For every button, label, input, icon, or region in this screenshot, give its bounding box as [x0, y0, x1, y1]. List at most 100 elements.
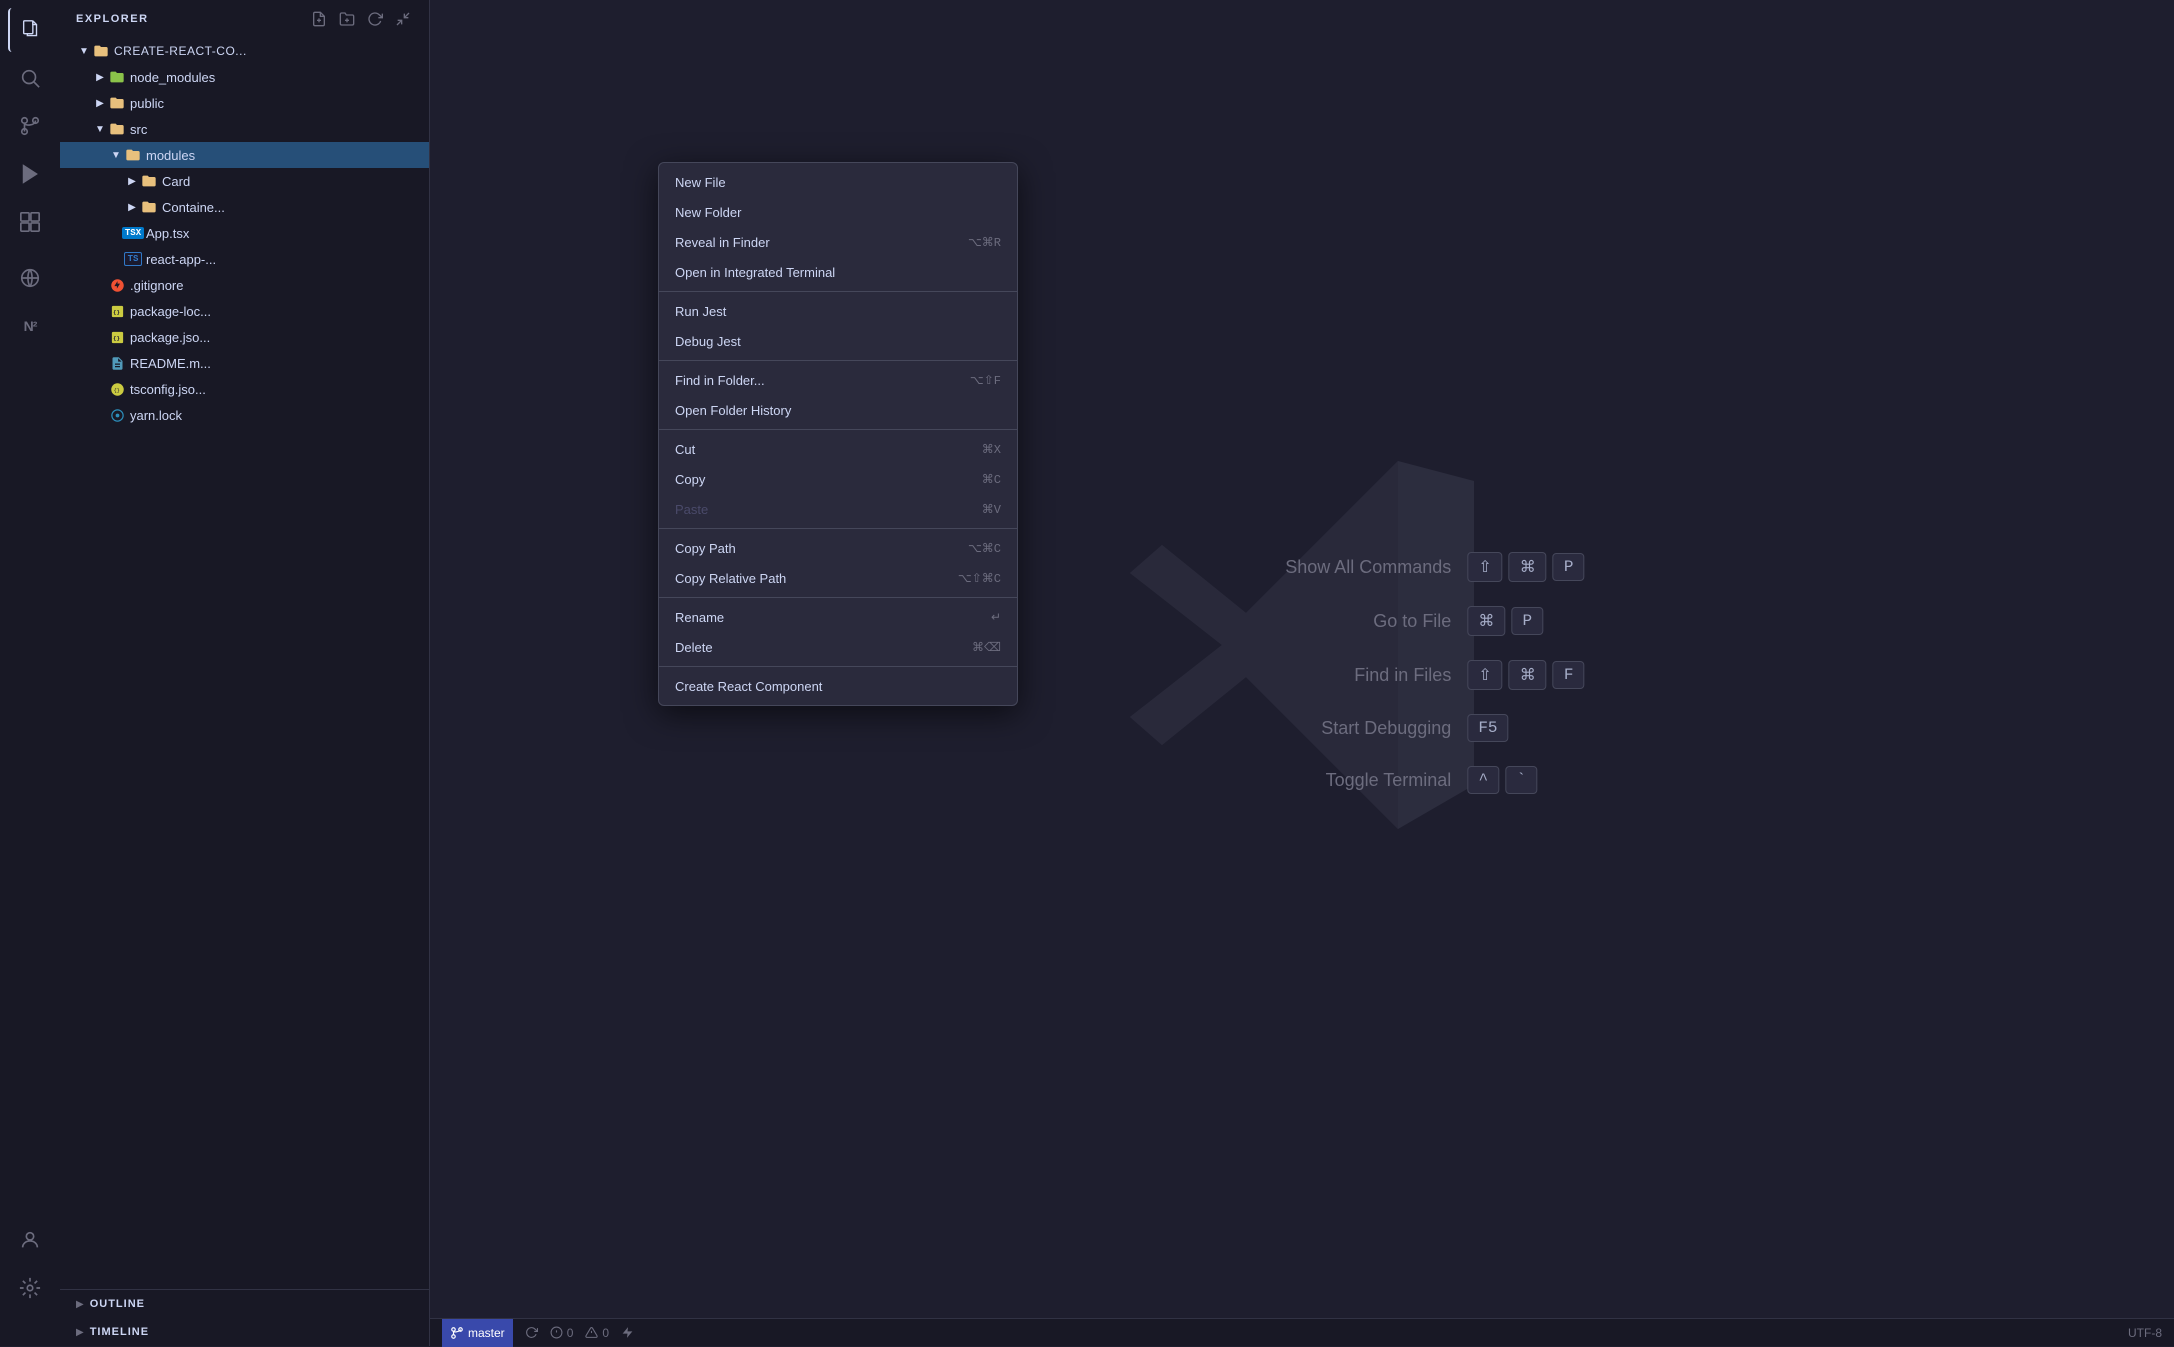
- menu-separator-4: [659, 528, 1017, 529]
- remote-icon[interactable]: [8, 256, 52, 300]
- menu-reveal-finder-shortcut: ⌥⌘R: [968, 235, 1001, 250]
- status-warnings[interactable]: 0: [585, 1326, 609, 1340]
- card-label: Card: [162, 174, 190, 189]
- tree-item-card[interactable]: ▶ Card: [60, 168, 429, 194]
- menu-cut-label: Cut: [675, 442, 695, 457]
- menu-copy-relative-path-shortcut: ⌥⇧⌘C: [958, 571, 1001, 586]
- menu-item-open-terminal[interactable]: Open in Integrated Terminal: [659, 257, 1017, 287]
- menu-paste-shortcut: ⌘V: [982, 502, 1001, 517]
- tree-item-yarn-lock[interactable]: yarn.lock: [60, 402, 429, 428]
- timeline-panel-header[interactable]: ▶ TIMELINE: [60, 1318, 429, 1346]
- refresh-button[interactable]: [365, 9, 385, 29]
- tree-item-gitignore[interactable]: .gitignore: [60, 272, 429, 298]
- source-control-icon[interactable]: [8, 104, 52, 148]
- shortcut-find-label: Find in Files: [1231, 665, 1451, 686]
- menu-item-copy-path[interactable]: Copy Path ⌥⌘C: [659, 533, 1017, 563]
- public-arrow: ▶: [92, 95, 108, 111]
- menu-rename-label: Rename: [675, 610, 724, 625]
- kbd-cmd2: ⌘: [1467, 606, 1505, 636]
- svg-text:{}: {}: [113, 388, 119, 394]
- branch-name: master: [468, 1326, 505, 1340]
- shortcut-terminal-keys: ^ `: [1467, 766, 1537, 794]
- menu-item-copy[interactable]: Copy ⌘C: [659, 464, 1017, 494]
- search-icon[interactable]: [8, 56, 52, 100]
- menu-item-reveal-finder[interactable]: Reveal in Finder ⌥⌘R: [659, 227, 1017, 257]
- menu-item-debug-jest[interactable]: Debug Jest: [659, 326, 1017, 356]
- new-file-button[interactable]: [309, 9, 329, 29]
- project-label: CREATE-REACT-CO...: [114, 44, 247, 58]
- menu-open-history-label: Open Folder History: [675, 403, 791, 418]
- menu-item-new-file[interactable]: New File: [659, 167, 1017, 197]
- gitignore-label: .gitignore: [130, 278, 183, 293]
- tree-item-react-app-d[interactable]: TS react-app-...: [60, 246, 429, 272]
- kbd-backtick: `: [1505, 766, 1537, 794]
- sidebar-title: EXPLORER: [76, 13, 149, 25]
- tree-item-tsconfig[interactable]: {} tsconfig.jso...: [60, 376, 429, 402]
- menu-item-find-in-folder[interactable]: Find in Folder... ⌥⇧F: [659, 365, 1017, 395]
- tree-item-package-lock[interactable]: {} package-loc...: [60, 298, 429, 324]
- tree-item-readme[interactable]: README.m...: [60, 350, 429, 376]
- menu-copy-path-shortcut: ⌥⌘C: [968, 541, 1001, 556]
- yarn-lock-label: yarn.lock: [130, 408, 182, 423]
- menu-item-rename[interactable]: Rename ↵: [659, 602, 1017, 632]
- menu-reveal-finder-label: Reveal in Finder: [675, 235, 770, 250]
- status-branch-area[interactable]: master: [442, 1319, 513, 1347]
- menu-item-open-history[interactable]: Open Folder History: [659, 395, 1017, 425]
- menu-debug-jest-label: Debug Jest: [675, 334, 741, 349]
- encoding-label: UTF-8: [2128, 1326, 2162, 1340]
- tree-item-node-modules[interactable]: ▶ node_modules: [60, 64, 429, 90]
- tree-item-container[interactable]: ▶ Containe...: [60, 194, 429, 220]
- menu-item-cut[interactable]: Cut ⌘X: [659, 434, 1017, 464]
- menu-item-new-folder[interactable]: New Folder: [659, 197, 1017, 227]
- n2-icon[interactable]: N²: [8, 304, 52, 348]
- sidebar-bottom: ▶ OUTLINE ▶ TIMELINE: [60, 1289, 429, 1346]
- menu-create-react-label: Create React Component: [675, 679, 822, 694]
- status-lightning[interactable]: [621, 1326, 634, 1339]
- sidebar: EXPLORER: [60, 0, 430, 1346]
- status-errors[interactable]: 0: [550, 1326, 574, 1340]
- menu-item-run-jest[interactable]: Run Jest: [659, 296, 1017, 326]
- outline-panel-header[interactable]: ▶ OUTLINE: [60, 1290, 429, 1318]
- status-sync[interactable]: [525, 1326, 538, 1339]
- menu-item-copy-relative-path[interactable]: Copy Relative Path ⌥⇧⌘C: [659, 563, 1017, 593]
- menu-rename-shortcut: ↵: [991, 610, 1001, 625]
- tsconfig-label: tsconfig.jso...: [130, 382, 206, 397]
- outline-title: OUTLINE: [90, 1298, 145, 1310]
- tree-item-modules[interactable]: ▼ modules: [60, 142, 429, 168]
- shortcut-row-goto: Go to File ⌘ P: [1231, 606, 1584, 636]
- tree-item-project[interactable]: ▼ CREATE-REACT-CO...: [60, 38, 429, 64]
- shortcut-debug-keys: F5: [1467, 714, 1508, 742]
- extensions-icon[interactable]: [8, 200, 52, 244]
- tree-item-src[interactable]: ▼ src: [60, 116, 429, 142]
- shortcut-goto-keys: ⌘ P: [1467, 606, 1543, 636]
- new-folder-button[interactable]: [337, 9, 357, 29]
- menu-item-create-react-component[interactable]: Create React Component: [659, 671, 1017, 701]
- menu-copy-path-label: Copy Path: [675, 541, 736, 556]
- menu-copy-relative-path-label: Copy Relative Path: [675, 571, 786, 586]
- menu-delete-label: Delete: [675, 640, 713, 655]
- modules-arrow: ▼: [108, 147, 124, 163]
- menu-separator-2: [659, 360, 1017, 361]
- context-menu: New File New Folder Reveal in Finder ⌥⌘R…: [658, 162, 1018, 706]
- package-lock-label: package-loc...: [130, 304, 211, 319]
- tree-item-package-json[interactable]: {} package.jso...: [60, 324, 429, 350]
- status-encoding[interactable]: UTF-8: [2128, 1326, 2162, 1340]
- yarn-lock-icon: [108, 406, 126, 424]
- account-icon[interactable]: [8, 1218, 52, 1262]
- app-tsx-icon: TSX: [124, 224, 142, 242]
- menu-item-delete[interactable]: Delete ⌘⌫: [659, 632, 1017, 662]
- menu-find-in-folder-shortcut: ⌥⇧F: [970, 373, 1001, 388]
- collapse-button[interactable]: [393, 9, 413, 29]
- n2-label: N²: [24, 318, 37, 334]
- settings-icon[interactable]: [8, 1266, 52, 1310]
- menu-item-paste: Paste ⌘V: [659, 494, 1017, 524]
- run-debug-icon[interactable]: [8, 152, 52, 196]
- files-icon[interactable]: [8, 8, 52, 52]
- tsconfig-icon: {}: [108, 380, 126, 398]
- warnings-count: 0: [602, 1326, 609, 1340]
- activity-bar: N²: [0, 0, 60, 1346]
- kbd-shift2: ⇧: [1467, 660, 1502, 690]
- shortcut-row-terminal: Toggle Terminal ^ `: [1231, 766, 1584, 794]
- tree-item-public[interactable]: ▶ public: [60, 90, 429, 116]
- tree-item-app-tsx[interactable]: TSX App.tsx: [60, 220, 429, 246]
